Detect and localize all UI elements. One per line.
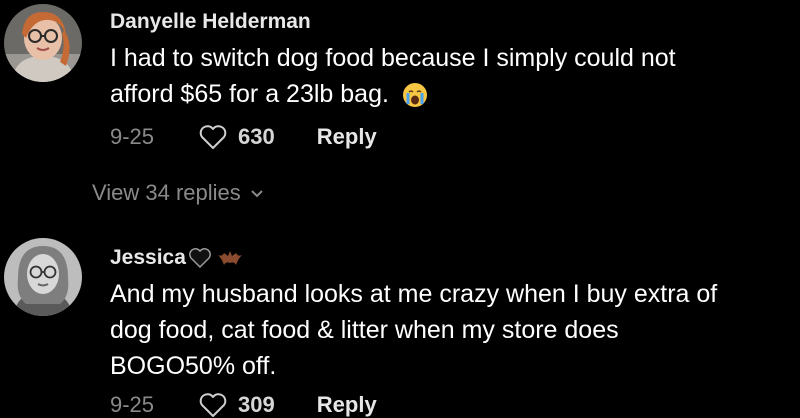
comment-text: And my husband looks at me crazy when I … xyxy=(110,276,790,384)
reply-button[interactable]: Reply xyxy=(317,124,377,150)
comment-line: BOGO50% off. xyxy=(110,352,277,380)
view-replies-button[interactable]: View 34 replies xyxy=(92,180,265,206)
like-count: 630 xyxy=(238,124,275,149)
comments-screen: Danyelle Helderman I had to switch dog f… xyxy=(0,0,800,418)
comment-line: I had to switch dog food because I simpl… xyxy=(110,44,676,72)
comment-date: 9-25 xyxy=(110,392,155,417)
comment-line: afford $65 for a 23lb bag. xyxy=(110,80,389,108)
reply-button[interactable]: Reply xyxy=(317,392,377,418)
view-replies-label: View 34 replies xyxy=(92,180,241,205)
comment-username-row: Jessica xyxy=(110,246,244,270)
chevron-down-icon xyxy=(249,187,265,199)
like-count: 309 xyxy=(238,392,275,417)
heart-icon[interactable] xyxy=(198,392,228,418)
heart-icon[interactable] xyxy=(198,124,228,150)
avatar-image xyxy=(4,4,82,82)
avatar-jessica[interactable] xyxy=(4,238,82,316)
comment-line: dog food, cat food & litter when my stor… xyxy=(110,316,619,344)
crying-face-icon xyxy=(402,82,428,108)
comment-username[interactable]: Danyelle Helderman xyxy=(110,10,311,34)
comment-meta: 9-25 309 Reply xyxy=(110,392,377,418)
avatar-image xyxy=(4,238,82,316)
comment-line: And my husband looks at me crazy when I … xyxy=(110,280,718,308)
comment-username[interactable]: Jessica xyxy=(110,246,186,270)
comment-line-with-emoji: afford $65 for a 23lb bag. xyxy=(110,76,790,112)
bat-icon xyxy=(216,247,244,269)
comment-date: 9-25 xyxy=(110,124,155,149)
comment-meta: 9-25 630 Reply xyxy=(110,124,377,150)
black-heart-icon xyxy=(188,247,212,269)
avatar-danyelle[interactable] xyxy=(4,4,82,82)
comment-text: I had to switch dog food because I simpl… xyxy=(110,40,790,112)
